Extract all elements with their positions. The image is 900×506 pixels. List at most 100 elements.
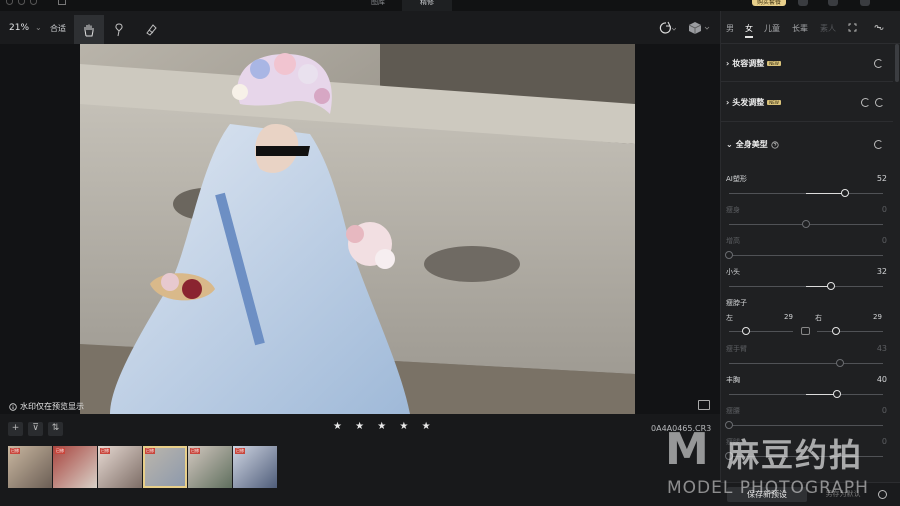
slider-knob[interactable]	[725, 421, 733, 429]
tab-library[interactable]: 图库	[355, 0, 401, 11]
add-button[interactable]: +	[8, 422, 23, 436]
tab-retouch[interactable]: 精修	[402, 0, 452, 11]
cube-menu-button[interactable]	[688, 20, 712, 36]
makeup-section[interactable]: › 妆容调整 NEW	[721, 44, 893, 82]
edited-tag: 已修	[190, 448, 200, 454]
tab-elders[interactable]: 长辈	[792, 23, 808, 34]
tab-male[interactable]: 男	[726, 23, 734, 34]
link-icon[interactable]	[874, 23, 884, 32]
hair-header[interactable]: › 头发调整 NEW	[726, 97, 781, 108]
chevron-down-icon[interactable]: ⌄	[35, 23, 42, 32]
slider-value: 32	[876, 267, 887, 276]
filmstrip-bar: + ⊽ ⇅ ★ ★ ★ ★ ★ 0A4A0465.CR3 已修 已修 已修 已修…	[0, 414, 720, 506]
eraser-button[interactable]	[136, 15, 166, 44]
slider-knob[interactable]	[835, 359, 844, 367]
auto-icon[interactable]	[875, 98, 884, 107]
slider-knob[interactable]	[826, 282, 835, 290]
save-default-button[interactable]: 另存为默认	[810, 487, 876, 502]
neck-left-label: 左	[726, 314, 733, 322]
hand-icon	[84, 24, 94, 36]
hand-tool-button[interactable]	[74, 15, 104, 44]
edited-tag: 已修	[10, 448, 20, 454]
new-badge: NEW	[767, 100, 781, 105]
minimize-window-icon[interactable]	[18, 0, 25, 5]
save-preset-button[interactable]: 保存新预设	[727, 487, 807, 502]
thumbnail[interactable]: 已修	[98, 446, 142, 488]
zoom-level[interactable]: 21%	[9, 23, 29, 33]
window-controls	[6, 0, 37, 5]
hair-section[interactable]: › 头发调整 NEW	[721, 82, 893, 122]
compare-icon[interactable]	[698, 400, 710, 410]
scrollbar[interactable]	[895, 44, 899, 82]
edited-tag: 已修	[145, 448, 155, 454]
slider-knob[interactable]	[725, 452, 733, 460]
thumbnail[interactable]: 已修	[53, 446, 97, 488]
makeup-title: 妆容调整	[732, 59, 765, 68]
buy-plan-button[interactable]: 购买套餐	[752, 0, 786, 6]
tab-children[interactable]: 儿童	[764, 23, 780, 34]
save-bar: 保存新预设 另存为默认	[720, 482, 900, 506]
slider-fill	[806, 193, 845, 194]
shirt-icon[interactable]	[798, 0, 808, 6]
filter-icon[interactable]: ⊽	[28, 422, 43, 436]
star-rating[interactable]: ★ ★ ★ ★ ★	[333, 421, 436, 432]
slider-track[interactable]	[729, 456, 883, 457]
slider-value: 0	[881, 236, 887, 245]
slider-label: 瘦身	[726, 206, 740, 214]
neck-right-knob[interactable]	[832, 327, 840, 335]
slider-label: 丰胸	[726, 376, 740, 384]
slider-knob[interactable]	[840, 189, 849, 197]
maximize-window-icon[interactable]	[30, 0, 37, 5]
slider-value: 52	[876, 174, 887, 183]
cube-icon	[688, 22, 710, 34]
canvas-area[interactable]: 水印仅在预览显示	[0, 44, 720, 414]
settings-icon[interactable]	[860, 0, 870, 6]
fit-button[interactable]: 合适	[50, 23, 66, 34]
sort-icon[interactable]: ⇅	[48, 422, 63, 436]
tab-amateur[interactable]: 素人	[820, 23, 836, 34]
slider-knob[interactable]	[832, 390, 841, 398]
watermark-note: 水印仅在预览显示	[9, 401, 84, 412]
thumbnail-selected[interactable]: 已修	[143, 446, 187, 488]
makeup-header[interactable]: › 妆容调整 NEW	[726, 58, 781, 69]
slider-track[interactable]	[729, 425, 883, 426]
title-bar: 图库 精修 购买套餐	[0, 0, 900, 11]
body-header[interactable]: ⌄ 全身美型	[726, 139, 779, 150]
info-icon	[9, 402, 17, 411]
link-toggle-icon[interactable]	[801, 327, 810, 335]
slider-knob[interactable]	[802, 220, 810, 228]
edited-tag: 已修	[100, 448, 110, 454]
thumbnail[interactable]: 已修	[8, 446, 52, 488]
edited-tag: 已修	[55, 448, 65, 454]
new-badge: NEW	[767, 61, 781, 66]
slider-track[interactable]	[729, 363, 883, 364]
slider-knob[interactable]	[725, 251, 733, 259]
lasso-brush-button[interactable]	[104, 15, 134, 44]
slider-label: 增高	[726, 237, 740, 245]
thumbnail[interactable]: 已修	[233, 446, 277, 488]
reset-icon[interactable]	[861, 98, 870, 107]
settings-round-icon[interactable]	[878, 490, 887, 499]
chevron-right-icon: ›	[726, 98, 730, 107]
slider-value: 0	[881, 406, 887, 415]
neck-right-track[interactable]	[817, 331, 883, 332]
neck-right-value: 29	[873, 313, 882, 321]
slider-track[interactable]	[729, 255, 883, 256]
thumbnail-strip: 已修 已修 已修 已修 已修 已修	[8, 446, 277, 488]
reset-icon[interactable]	[874, 59, 883, 68]
chevron-right-icon: ›	[726, 59, 730, 68]
tab-female[interactable]: 女	[745, 23, 753, 38]
neck-left-track[interactable]	[729, 331, 793, 332]
help-icon[interactable]	[771, 140, 779, 149]
expand-icon[interactable]	[848, 23, 857, 32]
slider-label: 瘦手臂	[726, 345, 747, 353]
user-icon[interactable]	[828, 0, 838, 6]
close-window-icon[interactable]	[6, 0, 13, 5]
rotate-button[interactable]	[656, 20, 678, 36]
photo-preview[interactable]	[80, 44, 635, 414]
neck-left-knob[interactable]	[742, 327, 750, 335]
sidebar-toggle-icon[interactable]	[58, 0, 66, 5]
reset-icon[interactable]	[874, 140, 883, 149]
thumbnail[interactable]: 已修	[188, 446, 232, 488]
gender-tabs: 男 女 儿童 长辈 素人	[721, 11, 900, 44]
